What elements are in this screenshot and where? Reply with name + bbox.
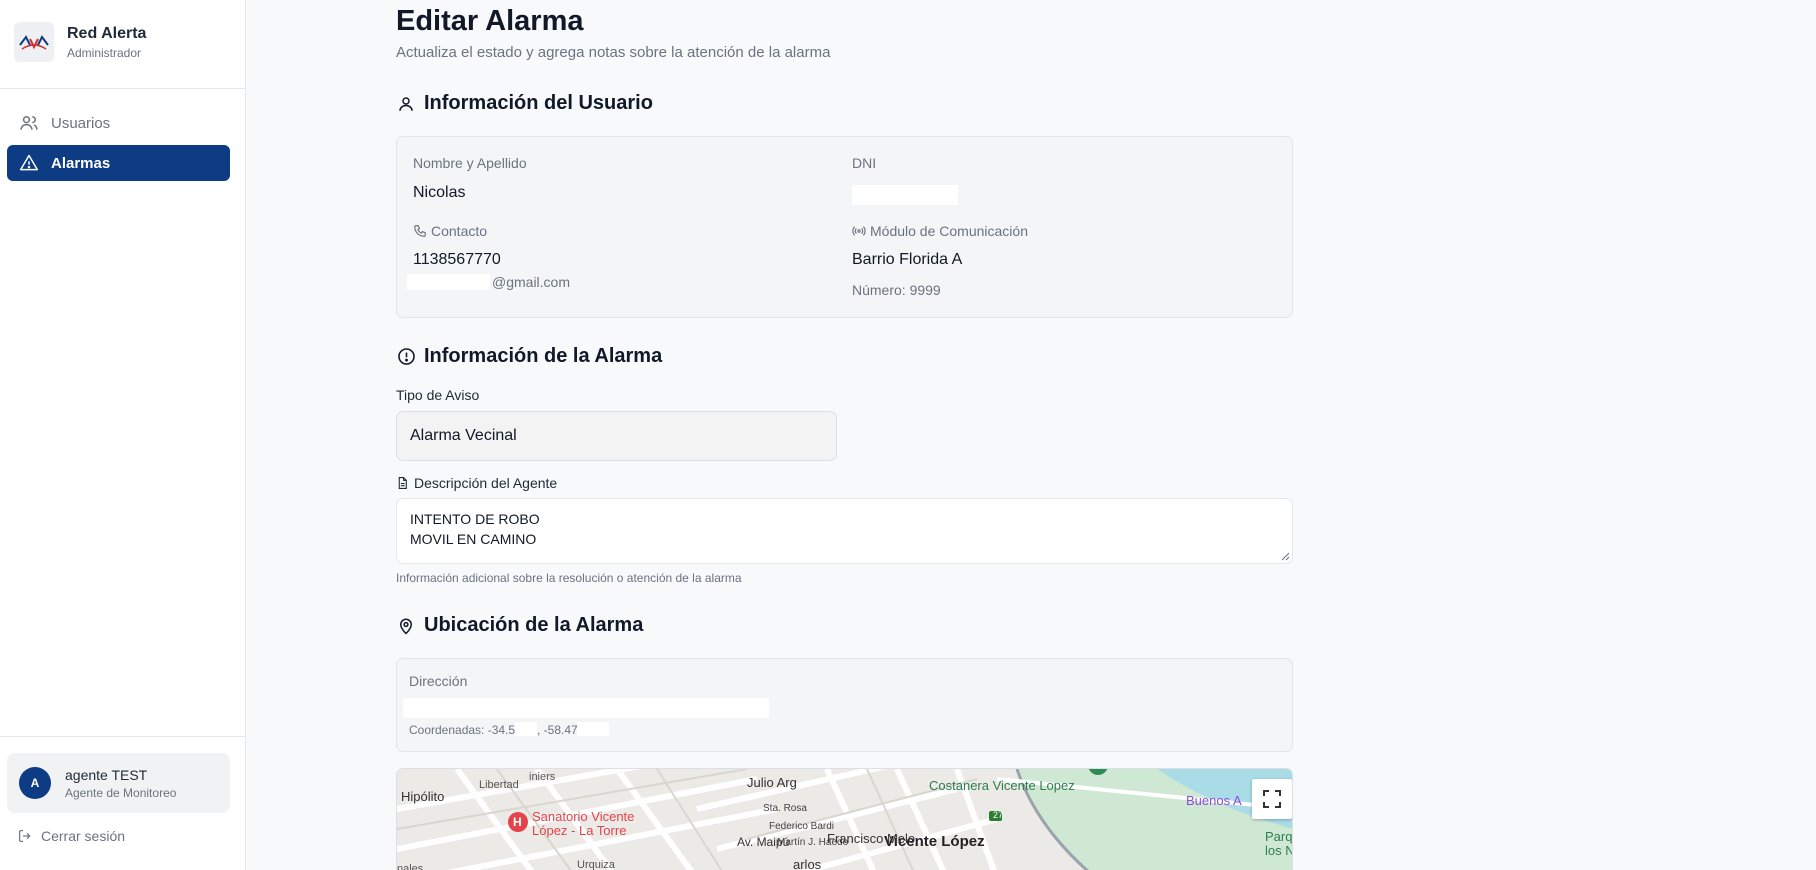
brand-logo: [14, 22, 54, 62]
map-street-label: nales: [397, 863, 424, 870]
map-street-label: Urquiza: [577, 859, 615, 870]
resize-handle-icon[interactable]: [1281, 552, 1290, 561]
fullscreen-button[interactable]: [1252, 779, 1292, 819]
document-icon: [396, 476, 409, 490]
map-street-label: Hipólito: [401, 789, 445, 804]
description-helper: Información adicional sobre la resolució…: [396, 571, 742, 585]
section-location-heading: Ubicación de la Alarma: [396, 614, 643, 637]
logout-button[interactable]: Cerrar sesión: [17, 828, 125, 844]
dni-value-redacted: [852, 185, 958, 205]
description-line: MOVIL EN CAMINO: [410, 531, 537, 547]
coords-lng-redacted: [577, 722, 609, 736]
sidebar-item-alarmas[interactable]: Alarmas: [7, 145, 230, 181]
module-number: Número: 9999: [852, 282, 941, 298]
map-street-label: Julio Arg: [747, 775, 797, 790]
logout-icon: [17, 828, 33, 844]
section-title: Ubicación de la Alarma: [424, 614, 644, 636]
name-value: Nicolas: [413, 184, 466, 201]
alarm-type-select[interactable]: Alarma Vecinal: [396, 411, 837, 461]
description-line: INTENTO DE ROBO: [410, 511, 540, 527]
brand: Red Alerta Administrador: [14, 22, 146, 62]
section-alarm-info-heading: Información de la Alarma: [396, 345, 662, 368]
contact-label: Contacto: [413, 223, 487, 239]
map-street-label: Francisco Melo: [827, 831, 916, 846]
users-icon: [19, 113, 39, 133]
section-title: Información de la Alarma: [424, 345, 663, 367]
user-card: A agente TEST Agente de Monitoreo: [7, 753, 230, 813]
address-value-redacted: [403, 698, 769, 718]
sidebar-item-label: Usuarios: [51, 114, 111, 132]
map-poi-label: Buenos A: [1186, 793, 1242, 808]
user-name: agente TEST: [65, 766, 148, 783]
map-street-label: Federico Bardi: [769, 821, 835, 832]
address-label: Dirección: [409, 673, 468, 689]
sidebar-item-usuarios[interactable]: Usuarios: [7, 105, 230, 141]
map-poi-label: López - La Torre: [532, 823, 627, 838]
email-redacted: [407, 274, 490, 290]
alert-circle-icon: [396, 347, 416, 367]
radio-signal-icon: [852, 224, 866, 238]
map-street-label: Av. Maipú: [737, 835, 790, 849]
user-role: Agente de Monitoreo: [65, 785, 177, 800]
map-poi-label: los N: [1265, 843, 1293, 858]
avatar: A: [19, 767, 51, 799]
divider: [0, 88, 246, 89]
map-poi-label: Parqu: [1265, 829, 1293, 844]
phone-value: 1138567770: [413, 251, 501, 268]
page-title: Editar Alarma: [396, 5, 584, 37]
user-icon: [396, 94, 416, 114]
dni-label: DNI: [852, 155, 877, 171]
user-info-card: Nombre y Apellido Nicolas DNI Contacto 1…: [396, 136, 1293, 318]
module-label: Módulo de Comunicación: [852, 223, 1028, 239]
map-poi-label: Costanera Vicente Lopez: [929, 778, 1075, 793]
page-subtitle: Actualiza el estado y agrega notas sobre…: [396, 44, 831, 61]
module-value: Barrio Florida A: [852, 251, 963, 268]
map-street-label: Sta. Rosa: [763, 803, 807, 814]
coords-lng: , -58.47: [537, 723, 578, 737]
location-map[interactable]: H 27 Hipólito Libertad iniers Julio Arg …: [396, 768, 1293, 870]
alert-triangle-icon: [19, 153, 39, 173]
brand-subtitle: Administrador: [67, 45, 142, 60]
map-street-label: iniers: [529, 771, 556, 783]
coords-lat-redacted: [515, 722, 537, 736]
route-badge: 27: [993, 810, 1004, 820]
map-street-label: arlos: [793, 857, 822, 870]
address-card: Dirección Coordenadas: -34.53 , -58.47: [396, 658, 1293, 752]
fullscreen-icon: [1263, 790, 1281, 808]
sidebar-item-label: Alarmas: [51, 154, 111, 172]
map-pin-icon: [396, 616, 416, 636]
sidebar-nav: Usuarios Alarmas: [7, 105, 230, 185]
section-title: Información del Usuario: [424, 92, 653, 114]
description-label: Descripción del Agente: [396, 475, 557, 491]
divider: [0, 736, 246, 737]
map-street-label: Libertad: [479, 779, 519, 791]
brand-title: Red Alerta: [67, 24, 147, 42]
type-label: Tipo de Aviso: [396, 387, 480, 403]
name-label: Nombre y Apellido: [413, 155, 527, 171]
map-poi-label: Sanatorio Vicente: [532, 809, 635, 824]
section-user-info-heading: Información del Usuario: [396, 92, 653, 115]
email-suffix: @gmail.com: [492, 274, 571, 290]
sidebar: Red Alerta Administrador Usuarios Alarma…: [0, 0, 246, 870]
description-textarea[interactable]: INTENTO DE ROBO MOVIL EN CAMINO: [396, 498, 1293, 564]
coords-lat: Coordenadas: -34.53: [409, 723, 522, 737]
hospital-icon: H: [513, 815, 522, 829]
logout-label: Cerrar sesión: [41, 828, 126, 844]
phone-icon: [413, 224, 427, 238]
